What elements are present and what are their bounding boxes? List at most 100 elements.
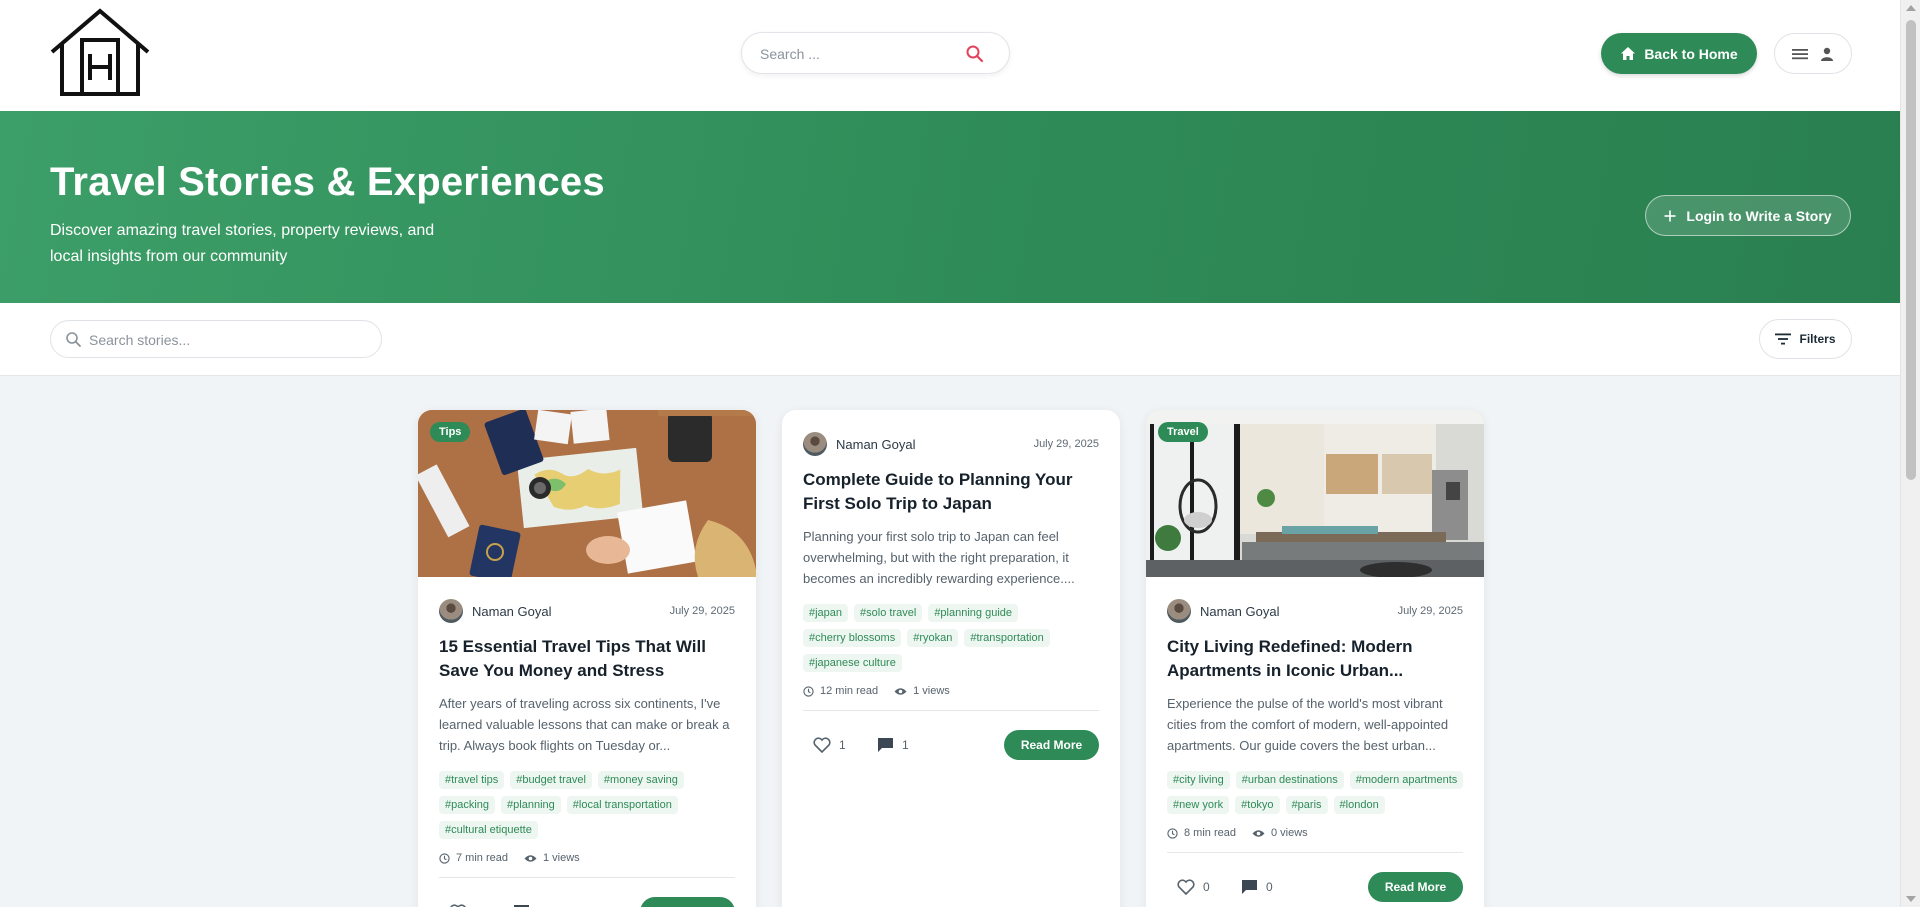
- eye-icon: [1252, 829, 1265, 837]
- comment-icon: [1242, 880, 1257, 894]
- read-more-button[interactable]: Read More: [1368, 872, 1463, 902]
- like-count: 1: [839, 738, 846, 752]
- stories-filter-bar: Search stories... Filters: [0, 303, 1900, 376]
- heart-icon: [813, 737, 831, 753]
- tag-chip[interactable]: #packing: [439, 796, 496, 814]
- author-name[interactable]: Naman Goyal: [472, 604, 551, 619]
- login-to-write-story-label: Login to Write a Story: [1686, 207, 1832, 224]
- header-search-input[interactable]: Search ...: [741, 32, 1010, 74]
- story-excerpt: After years of traveling across six cont…: [439, 696, 730, 753]
- story-meta: Naman Goyal July 29, 2025: [803, 432, 1099, 458]
- scrollbar-thumb[interactable]: [1906, 20, 1916, 480]
- tag-chip[interactable]: #budget travel: [510, 771, 592, 789]
- card-actions: 1 1 Read More: [803, 730, 1099, 760]
- author-name[interactable]: Naman Goyal: [1200, 604, 1279, 619]
- tag-chip[interactable]: #transportation: [964, 629, 1050, 647]
- filter-icon: [1775, 333, 1792, 345]
- tag-chip[interactable]: #cultural etiquette: [439, 821, 538, 839]
- card-divider: [803, 710, 1099, 711]
- back-to-home-label: Back to Home: [1644, 45, 1738, 62]
- story-card[interactable]: Tips Naman Goyal July 29, 2025 15 Essent…: [418, 410, 756, 907]
- story-date: July 29, 2025: [1033, 438, 1099, 450]
- like-button[interactable]: 1: [813, 737, 846, 753]
- view-count: 1 views: [542, 852, 580, 864]
- story-tags: #japan #solo travel #planning guide #che…: [803, 604, 1103, 672]
- user-menu-button[interactable]: [1774, 33, 1852, 74]
- house-logo-icon[interactable]: [48, 8, 152, 96]
- story-cover-image[interactable]: Travel: [1146, 410, 1484, 577]
- tag-chip[interactable]: #new york: [1167, 796, 1230, 814]
- story-meta: Naman Goyal July 29, 2025: [1167, 599, 1463, 625]
- view-count: 1 views: [913, 685, 950, 697]
- filters-button[interactable]: Filters: [1759, 319, 1852, 359]
- login-to-write-story-button[interactable]: Login to Write a Story: [1645, 195, 1851, 236]
- scroll-down-arrow-icon[interactable]: [1906, 896, 1916, 902]
- heart-icon: [1177, 879, 1195, 895]
- tag-chip[interactable]: #cherry blossoms: [803, 629, 902, 647]
- stories-search-placeholder: Search stories...: [89, 332, 191, 348]
- tag-chip[interactable]: #urban destinations: [1235, 771, 1344, 789]
- tag-chip[interactable]: #ryokan: [907, 629, 959, 647]
- vertical-scrollbar[interactable]: [1900, 0, 1920, 907]
- tag-chip[interactable]: #planning guide: [928, 604, 1018, 622]
- view-count: 0 views: [1270, 827, 1308, 839]
- story-cover-image[interactable]: Tips: [418, 410, 756, 577]
- story-card[interactable]: Naman Goyal July 29, 2025 Complete Guide…: [782, 410, 1120, 907]
- story-title[interactable]: City Living Redefined: Modern Apartments…: [1167, 635, 1467, 683]
- tag-chip[interactable]: #solo travel: [854, 604, 923, 622]
- read-time: 7 min read: [456, 852, 508, 864]
- scroll-up-arrow-icon[interactable]: [1906, 5, 1916, 11]
- hero-banner: Travel Stories & Experiences Discover am…: [0, 111, 1900, 303]
- read-time: 12 min read: [820, 685, 879, 697]
- comment-button[interactable]: 1: [877, 737, 909, 753]
- card-actions: 1 1 Read More: [439, 897, 735, 907]
- read-time: 8 min read: [1184, 827, 1236, 839]
- tag-chip[interactable]: #travel tips: [439, 771, 505, 789]
- tag-chip[interactable]: #modern apartments: [1349, 771, 1464, 789]
- comment-count: 0: [1266, 880, 1273, 894]
- user-avatar-icon: [1821, 47, 1833, 61]
- card-actions: 0 0 Read More: [1167, 872, 1463, 902]
- story-title[interactable]: Complete Guide to Planning Your First So…: [803, 468, 1103, 516]
- tag-chip[interactable]: #city living: [1167, 771, 1230, 789]
- author-name[interactable]: Naman Goyal: [836, 437, 915, 452]
- clock-icon: [1167, 827, 1178, 839]
- comment-icon: [878, 738, 893, 752]
- like-count: 0: [1203, 880, 1210, 894]
- top-navbar: Search ... Back to Home: [0, 0, 1900, 111]
- author-avatar[interactable]: [439, 599, 463, 623]
- hamburger-menu-icon: [1792, 48, 1808, 59]
- card-divider: [1167, 852, 1463, 853]
- tag-chip[interactable]: #london: [1333, 796, 1385, 814]
- tag-chip[interactable]: #money saving: [597, 771, 684, 789]
- like-button[interactable]: 0: [1177, 879, 1210, 895]
- story-excerpt: Experience the pulse of the world's most…: [1167, 696, 1449, 753]
- card-divider: [439, 877, 735, 878]
- back-to-home-button[interactable]: Back to Home: [1601, 33, 1757, 74]
- read-more-button[interactable]: Read More: [1004, 730, 1099, 760]
- comment-button[interactable]: 0: [1241, 879, 1273, 895]
- page-title: Travel Stories & Experiences: [50, 160, 605, 204]
- eye-icon: [524, 854, 537, 862]
- author-avatar[interactable]: [1167, 599, 1191, 623]
- tag-chip[interactable]: #japanese culture: [803, 654, 902, 672]
- stories-search-input[interactable]: Search stories...: [50, 320, 382, 358]
- story-tags: #travel tips #budget travel #money savin…: [439, 771, 739, 839]
- home-icon: [1621, 47, 1636, 60]
- tag-chip[interactable]: #planning: [501, 796, 561, 814]
- story-stats: 7 min read 1 views: [439, 852, 580, 864]
- author-avatar[interactable]: [803, 432, 827, 456]
- tag-chip[interactable]: #paris: [1285, 796, 1328, 814]
- story-meta: Naman Goyal July 29, 2025: [439, 599, 735, 625]
- story-date: July 29, 2025: [1397, 605, 1463, 617]
- tag-chip[interactable]: #local transportation: [566, 796, 678, 814]
- tag-chip[interactable]: #tokyo: [1235, 796, 1280, 814]
- plus-icon: [1664, 210, 1676, 221]
- search-icon: [66, 332, 81, 347]
- filters-label: Filters: [1799, 332, 1836, 346]
- story-title[interactable]: 15 Essential Travel Tips That Will Save …: [439, 635, 739, 683]
- search-icon[interactable]: [965, 44, 985, 64]
- tag-chip[interactable]: #japan: [803, 604, 849, 622]
- story-card[interactable]: Travel Naman Goyal July 29, 2025 City Li…: [1146, 410, 1484, 907]
- read-more-button[interactable]: Read More: [640, 897, 735, 907]
